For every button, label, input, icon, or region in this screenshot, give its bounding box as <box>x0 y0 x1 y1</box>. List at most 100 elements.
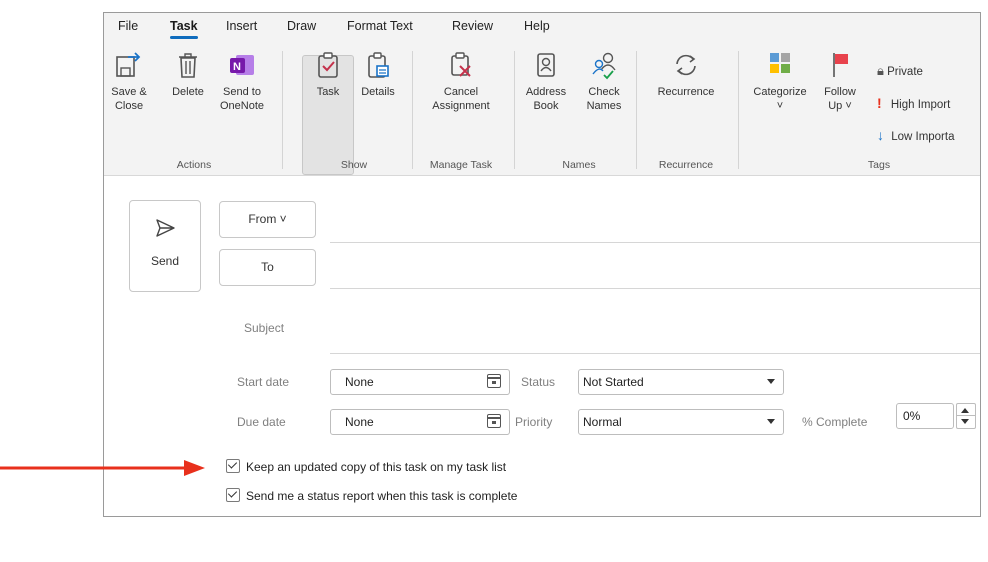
check-names-button[interactable]: Check Names <box>582 49 626 113</box>
chevron-down-icon: ˅ <box>776 100 784 112</box>
high-importance-label: High Import <box>890 99 951 111</box>
private-button[interactable]: 🔒︎ Private <box>877 63 923 79</box>
ribbon-separator <box>282 51 283 169</box>
keep-copy-label: Keep an updated copy of this task on my … <box>246 460 507 474</box>
status-select[interactable]: Not Started <box>578 369 784 395</box>
delete-label: Delete <box>172 86 204 98</box>
recurrence-label: Recurrence <box>657 86 715 98</box>
task-clipboard-icon <box>318 52 338 78</box>
priority-label: Priority <box>515 415 553 429</box>
follow-up-label-2: Up ˅ <box>828 100 852 112</box>
details-clipboard-icon <box>368 52 389 78</box>
show-group-label: Show <box>340 159 368 171</box>
to-button[interactable]: To <box>219 249 316 286</box>
percent-complete-stepper[interactable] <box>956 403 976 429</box>
categorize-icon <box>770 53 790 73</box>
task-window: File Task Insert Draw Format Text Review… <box>103 12 981 517</box>
details-view-label: Details <box>361 86 395 98</box>
low-importance-button[interactable]: ↓ Low Importa <box>877 127 954 143</box>
from-divider <box>330 242 980 243</box>
menu-bar: File Task Insert Draw Format Text Review… <box>104 13 980 41</box>
check-names-label-1: Check <box>588 86 620 98</box>
status-report-label: Send me a status report when this task i… <box>246 489 518 503</box>
send-onenote-label-1: Send to <box>223 86 261 98</box>
from-button[interactable]: From ˅ <box>219 201 316 238</box>
spin-up-icon[interactable] <box>961 408 969 413</box>
recurrence-icon <box>676 54 696 76</box>
subject-label: Subject <box>244 321 285 335</box>
private-label: Private <box>887 66 923 78</box>
send-label: Send <box>150 254 180 268</box>
checkbox-checked-icon[interactable] <box>226 488 240 502</box>
ribbon-separator <box>412 51 413 169</box>
due-date-field[interactable]: None <box>330 409 510 435</box>
callout-arrow-icon <box>0 460 205 476</box>
menu-file[interactable]: File <box>118 19 138 33</box>
chevron-down-icon <box>767 419 775 424</box>
exclamation-icon: ! <box>877 95 882 111</box>
ribbon-separator <box>636 51 637 169</box>
to-field-underline[interactable] <box>330 288 980 289</box>
menu-draw[interactable]: Draw <box>287 19 316 33</box>
details-view-button[interactable]: Details <box>356 49 400 99</box>
task-view-label: Task <box>316 86 340 98</box>
due-date-value: None <box>345 415 374 429</box>
recurrence-button[interactable]: Recurrence <box>646 49 726 99</box>
menu-help[interactable]: Help <box>524 19 550 33</box>
check-names-icon <box>592 52 616 80</box>
ribbon-separator <box>738 51 739 169</box>
high-importance-button[interactable]: ! High Import <box>877 95 950 111</box>
due-date-label: Due date <box>237 415 286 429</box>
ribbon: Save & Close Delete N Send to OneNote Ac… <box>104 41 980 176</box>
save-close-label-2: Close <box>114 100 144 112</box>
chevron-down-icon <box>767 379 775 384</box>
task-view-button[interactable]: Task <box>304 49 352 99</box>
follow-up-button[interactable]: Follow Up ˅ <box>818 49 862 113</box>
lock-icon: 🔒︎ <box>877 63 884 78</box>
manage-task-group-label: Manage Task <box>429 159 493 171</box>
onenote-icon: N <box>230 55 254 75</box>
subject-field-underline[interactable] <box>330 353 980 354</box>
calendar-icon[interactable] <box>487 374 501 388</box>
menu-review[interactable]: Review <box>452 19 493 33</box>
start-date-label: Start date <box>237 375 290 389</box>
delete-button[interactable]: Delete <box>168 49 208 99</box>
spin-down-icon[interactable] <box>961 419 969 424</box>
send-button[interactable]: Send <box>129 200 201 292</box>
stepper-divider <box>957 415 975 416</box>
categorize-label: Categorize <box>753 86 807 98</box>
names-group-label: Names <box>562 159 596 171</box>
priority-select[interactable]: Normal <box>578 409 784 435</box>
address-book-label-2: Book <box>533 100 559 112</box>
percent-complete-field[interactable]: 0% <box>896 403 954 429</box>
save-close-button[interactable]: Save & Close <box>108 49 150 113</box>
cancel-assignment-button[interactable]: Cancel Assignment <box>422 49 500 113</box>
send-to-onenote-button[interactable]: N Send to OneNote <box>216 49 268 113</box>
address-book-label-1: Address <box>525 86 567 98</box>
categorize-button[interactable]: Categorize ˅ <box>744 49 816 113</box>
status-label: Status <box>521 375 556 389</box>
status-value: Not Started <box>583 375 644 389</box>
trash-icon <box>179 53 197 78</box>
start-date-field[interactable]: None <box>330 369 510 395</box>
keep-copy-checkbox[interactable]: Keep an updated copy of this task on my … <box>226 459 506 474</box>
address-book-button[interactable]: Address Book <box>524 49 568 113</box>
menu-format-text[interactable]: Format Text <box>347 19 413 33</box>
low-importance-label: Low Importa <box>891 131 955 143</box>
check-names-label-2: Names <box>586 100 622 112</box>
calendar-icon[interactable] <box>487 414 501 428</box>
menu-insert[interactable]: Insert <box>226 19 257 33</box>
arrow-down-icon: ↓ <box>877 127 884 143</box>
save-close-label-1: Save & <box>111 86 147 98</box>
menu-task[interactable]: Task <box>170 19 198 39</box>
address-book-icon <box>537 53 555 77</box>
follow-up-label-1: Follow <box>824 86 856 98</box>
cancel-assignment-label-2: Assignment <box>432 100 490 112</box>
send-onenote-label-2: OneNote <box>219 100 265 112</box>
start-date-value: None <box>345 375 374 389</box>
priority-value: Normal <box>583 415 622 429</box>
send-icon <box>156 219 175 237</box>
checkbox-checked-icon[interactable] <box>226 459 240 473</box>
cancel-assignment-icon <box>451 52 471 77</box>
status-report-checkbox[interactable]: Send me a status report when this task i… <box>226 488 517 503</box>
